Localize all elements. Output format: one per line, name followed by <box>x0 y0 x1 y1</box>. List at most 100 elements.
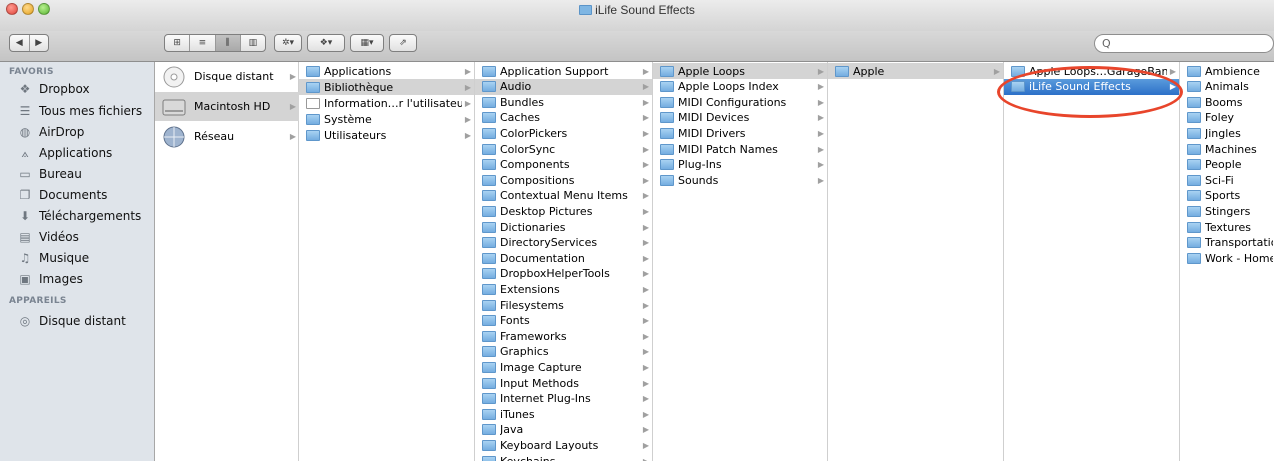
list-item[interactable]: Système ▶ <box>299 111 474 127</box>
applications-icon: ⟑ <box>21 145 29 160</box>
share-button[interactable]: ⇗ <box>389 34 417 52</box>
list-item[interactable]: Desktop Pictures ▶ <box>475 203 652 219</box>
list-item[interactable]: MIDI Patch Names ▶ <box>653 141 827 157</box>
list-view-button[interactable]: ≡ <box>190 35 216 51</box>
list-item[interactable]: Filesystems ▶ <box>475 297 652 313</box>
list-item[interactable]: DirectoryServices ▶ <box>475 235 652 251</box>
list-item[interactable]: DropboxHelperTools ▶ <box>475 266 652 282</box>
arrange-menu-button[interactable]: ▦▾ <box>350 34 384 52</box>
sidebar-item-all-files[interactable]: ☰ Tous mes fichiers <box>18 101 143 121</box>
sidebar-item-movies[interactable]: ▤ Vidéos <box>18 227 79 247</box>
list-item[interactable]: Plug-Ins ▶ <box>653 157 827 173</box>
list-item-label: ColorPickers <box>500 126 568 140</box>
list-item-label: Apple <box>853 64 885 78</box>
movies-icon: ▤ <box>19 229 31 244</box>
list-item[interactable]: Graphics ▶ <box>475 344 652 360</box>
column-view-button[interactable]: ⫼ <box>215 35 241 51</box>
list-item[interactable]: Information…r l'utilisateur ▶ <box>299 95 474 111</box>
coverflow-view-button[interactable]: ▥ <box>241 35 265 51</box>
list-item[interactable]: Ambience <box>1180 63 1273 79</box>
list-item[interactable]: Components ▶ <box>475 157 652 173</box>
list-item[interactable]: Java ▶ <box>475 422 652 438</box>
list-item-selected[interactable]: Bibliothèque ▶ <box>299 79 474 95</box>
action-menu-button[interactable]: ✲▾ <box>274 34 302 52</box>
list-item-label: Graphics <box>500 345 549 359</box>
list-item[interactable]: Compositions ▶ <box>475 172 652 188</box>
chevron-right-icon: ▶ <box>642 113 650 123</box>
list-item[interactable]: MIDI Devices ▶ <box>653 110 827 126</box>
chevron-right-icon: ▶ <box>642 362 650 372</box>
folder-icon <box>482 96 496 108</box>
list-item[interactable]: Application Support ▶ <box>475 63 652 79</box>
list-item[interactable]: Keychains ▶ <box>475 453 652 461</box>
list-item[interactable]: Bundles ▶ <box>475 94 652 110</box>
list-item[interactable]: Transportation <box>1180 235 1273 251</box>
list-item[interactable]: Sports <box>1180 188 1273 204</box>
list-item[interactable]: MIDI Configurations ▶ <box>653 94 827 110</box>
list-item[interactable]: ColorPickers ▶ <box>475 125 652 141</box>
list-item[interactable]: Caches ▶ <box>475 110 652 126</box>
forward-button[interactable]: ▶ <box>30 35 49 51</box>
list-item-label: Macintosh HD <box>194 100 271 113</box>
icon-view-button[interactable]: ⊞ <box>165 35 191 51</box>
list-item[interactable]: People <box>1180 157 1273 173</box>
list-item[interactable]: Documentation ▶ <box>475 250 652 266</box>
back-button[interactable]: ◀ <box>10 35 30 51</box>
sidebar-item-dropbox[interactable]: ❖ Dropbox <box>18 79 90 99</box>
list-item-selected[interactable]: Apple Loops ▶ <box>653 63 827 79</box>
list-item[interactable]: Internet Plug-Ins ▶ <box>475 391 652 407</box>
list-item[interactable]: Sounds ▶ <box>653 172 827 188</box>
folder-icon <box>1187 127 1201 139</box>
sidebar-item-downloads[interactable]: ⬇ Téléchargements <box>18 206 141 226</box>
list-item-selected[interactable]: Audio ▶ <box>475 78 652 95</box>
arrange-icon: ▦▾ <box>360 38 374 48</box>
dropbox-menu-button[interactable]: ❖▾ <box>307 34 345 52</box>
sidebar-item-applications[interactable]: ⟑ Applications <box>18 143 112 163</box>
list-item[interactable]: Textures <box>1180 219 1273 235</box>
list-item[interactable]: ColorSync ▶ <box>475 141 652 157</box>
list-item[interactable]: Machines <box>1180 141 1273 157</box>
list-item[interactable]: Booms <box>1180 94 1273 110</box>
list-item[interactable]: Jingles <box>1180 125 1273 141</box>
list-item[interactable]: Foley <box>1180 110 1273 126</box>
list-item[interactable]: Applications ▶ <box>299 63 474 79</box>
list-item[interactable]: Contextual Menu Items ▶ <box>475 188 652 204</box>
list-item[interactable]: Dictionaries ▶ <box>475 219 652 235</box>
sidebar-item-music[interactable]: ♫ Musique <box>18 248 90 268</box>
list-item-selected[interactable]: Apple ▶ <box>828 63 1003 79</box>
folder-icon <box>660 159 674 171</box>
sidebar-item-label: Images <box>39 272 83 286</box>
list-item[interactable]: Disque distant ▶ <box>155 62 299 91</box>
folder-icon <box>482 299 496 311</box>
list-item-label: Filesystems <box>500 298 564 312</box>
list-item[interactable]: Input Methods ▶ <box>475 375 652 391</box>
list-item[interactable]: iTunes ▶ <box>475 406 652 422</box>
sidebar-item-desktop[interactable]: ▭ Bureau <box>18 164 82 184</box>
list-item[interactable]: Stingers <box>1180 203 1273 219</box>
list-item[interactable]: Work - Home <box>1180 250 1273 266</box>
list-item[interactable]: Frameworks ▶ <box>475 328 652 344</box>
search-field[interactable]: Q <box>1094 34 1274 53</box>
chevron-right-icon: ▶ <box>642 97 650 107</box>
list-item-label: Transportation <box>1205 236 1273 250</box>
sidebar-item-airdrop[interactable]: ◍ AirDrop <box>18 122 85 142</box>
list-item[interactable]: Extensions ▶ <box>475 281 652 297</box>
list-item-selected[interactable]: Macintosh HD ▶ <box>155 92 299 121</box>
list-item[interactable]: Apple Loops Index ▶ <box>653 79 827 95</box>
list-item[interactable]: Animals <box>1180 79 1273 95</box>
sidebar-item-documents[interactable]: ❐ Documents <box>18 185 108 205</box>
list-item-label: Foley <box>1205 111 1234 125</box>
list-item[interactable]: Sci-Fi <box>1180 172 1273 188</box>
list-item[interactable]: Réseau ▶ <box>155 122 299 151</box>
folder-icon <box>482 221 496 233</box>
list-item[interactable]: Image Capture ▶ <box>475 359 652 375</box>
list-item[interactable]: MIDI Drivers ▶ <box>653 125 827 141</box>
list-item[interactable]: Keyboard Layouts ▶ <box>475 437 652 453</box>
dropbox-icon: ❖ <box>19 81 31 96</box>
sidebar-item-pictures[interactable]: ▣ Images <box>18 269 83 289</box>
column-apple-loops: Apple ▶ <box>828 62 1004 461</box>
sidebar-item-remote-disc[interactable]: ◎ Disque distant <box>18 311 126 331</box>
chevron-right-icon: ▶ <box>817 175 825 185</box>
list-item[interactable]: Fonts ▶ <box>475 313 652 329</box>
list-item[interactable]: Utilisateurs ▶ <box>299 127 474 143</box>
